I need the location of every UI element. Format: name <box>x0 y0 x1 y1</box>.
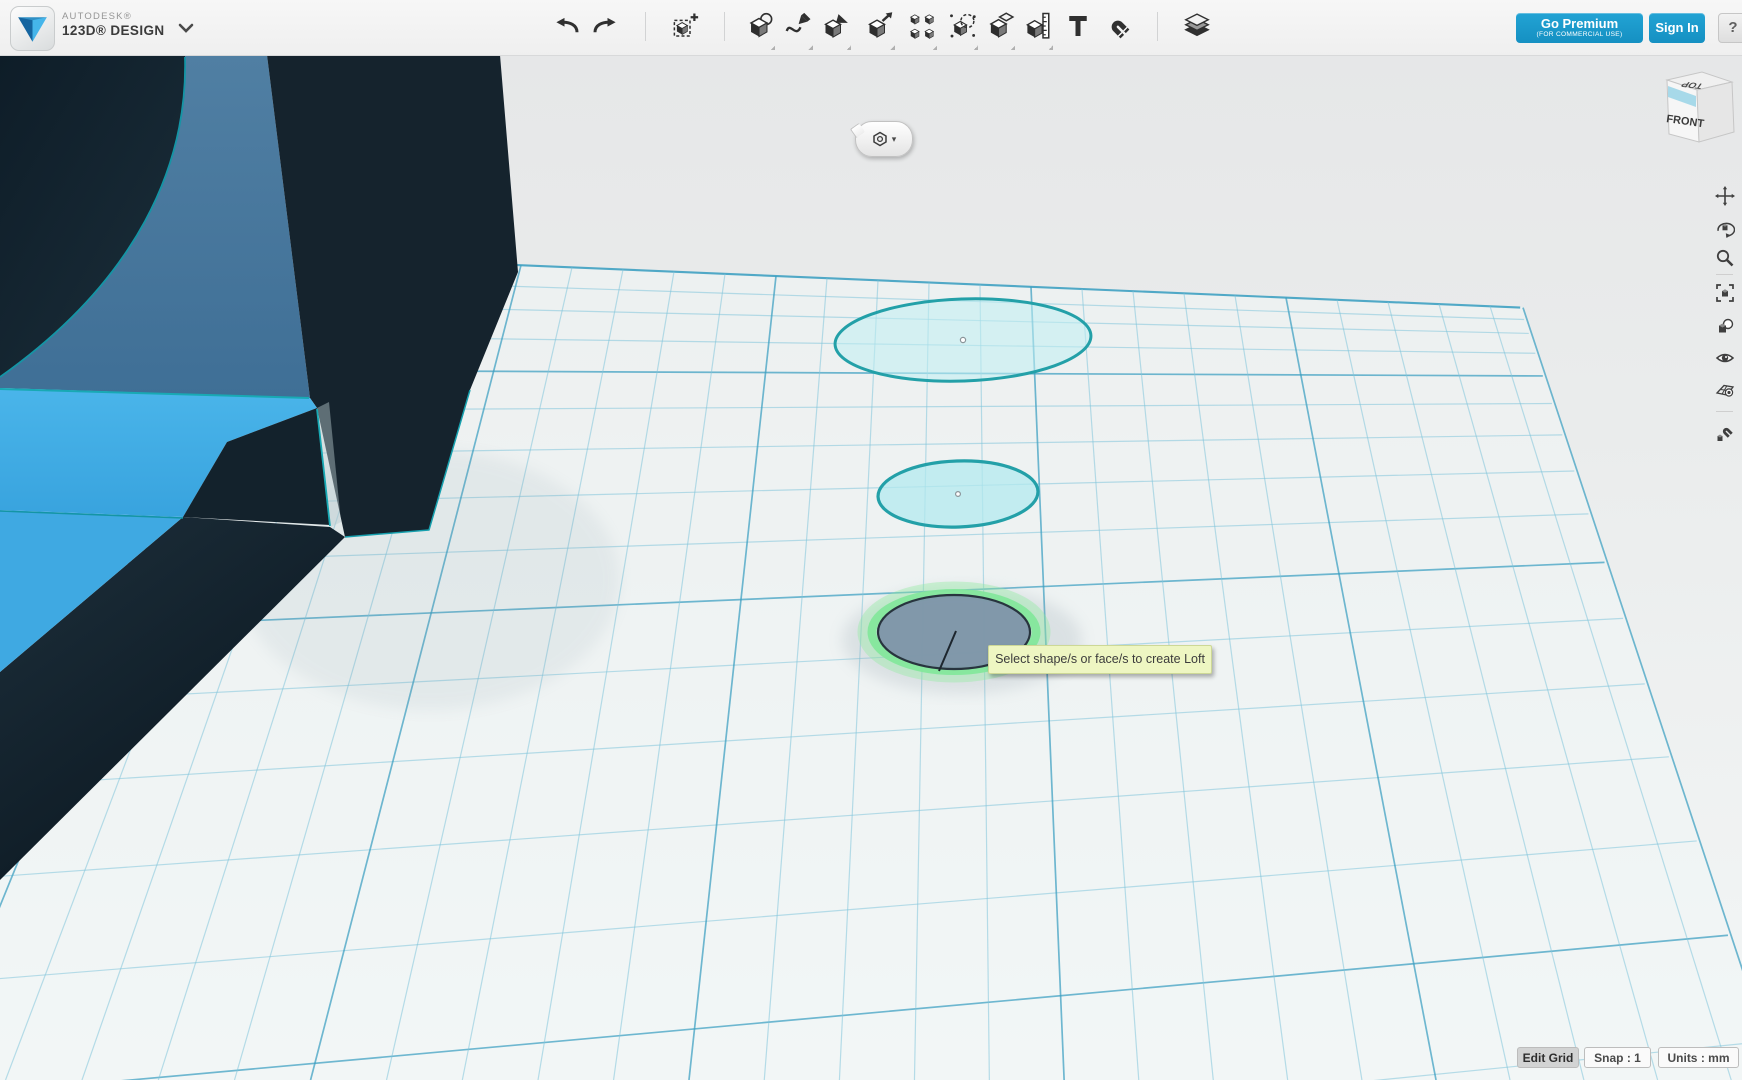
modify-icon[interactable] <box>865 11 895 41</box>
dropdown-mark <box>770 45 775 50</box>
construct-icon[interactable] <box>821 11 851 41</box>
toolbar-divider <box>1716 274 1733 275</box>
text-icon[interactable] <box>1063 11 1093 41</box>
materials-icon[interactable] <box>1182 11 1212 41</box>
sketch-icon[interactable] <box>783 11 813 41</box>
toolbar-divider <box>645 12 646 41</box>
go-premium-label: Go Premium <box>1540 16 1619 31</box>
combine-icon[interactable] <box>985 11 1015 41</box>
orbit-icon[interactable] <box>1715 218 1735 238</box>
toolbar-divider <box>724 12 725 41</box>
material-icon[interactable] <box>1715 317 1735 337</box>
loft-options-bubble[interactable]: ▾ <box>855 121 913 157</box>
app-logo[interactable] <box>10 6 55 51</box>
help-button[interactable]: ? <box>1718 13 1742 43</box>
measure-icon[interactable] <box>1023 11 1053 41</box>
dropdown-mark <box>932 45 937 50</box>
circle-center-point <box>959 336 967 344</box>
snap-setting-button[interactable]: Snap : 1 <box>1584 1047 1651 1068</box>
edit-grid-button[interactable]: Edit Grid <box>1517 1047 1579 1068</box>
view-cube[interactable]: TOP FRONT <box>1640 60 1742 160</box>
app-menu-chevron-icon[interactable] <box>178 22 194 34</box>
dropdown-mark <box>1048 45 1053 50</box>
zoom-icon[interactable] <box>1715 248 1735 268</box>
brand-text: AUTODESK® 123D® DESIGN <box>62 11 165 38</box>
toolbar-divider <box>1157 12 1158 41</box>
loft-options-hexagon-icon <box>872 131 887 147</box>
circle-center-point <box>954 491 961 498</box>
pattern-icon[interactable] <box>907 11 937 41</box>
fit-icon[interactable] <box>1715 283 1735 303</box>
dropdown-mark <box>846 45 851 50</box>
navigation-toolbar <box>1706 175 1742 460</box>
dropdown-mark <box>808 45 813 50</box>
undo-icon[interactable] <box>552 11 582 41</box>
grid-visibility-icon[interactable] <box>1715 380 1735 400</box>
brand-product: 123D® DESIGN <box>62 22 165 38</box>
hide-show-eye-icon[interactable] <box>1715 348 1735 368</box>
dropdown-mark <box>890 45 895 50</box>
pan-icon[interactable] <box>1715 186 1735 206</box>
sign-in-button[interactable]: Sign In <box>1649 13 1705 43</box>
123d-logo-icon <box>18 17 47 42</box>
app-header: AUTODESK® 123D® DESIGN Go Premium (FOR C… <box>0 0 1742 56</box>
go-premium-button[interactable]: Go Premium (FOR COMMERCIAL USE) <box>1516 13 1643 43</box>
grouping-icon[interactable] <box>948 11 978 41</box>
go-premium-sub: (FOR COMMERCIAL USE) <box>1536 31 1623 38</box>
viewport-3d[interactable] <box>0 0 1742 1080</box>
toolbar-divider <box>1716 411 1733 412</box>
view-cube-right-face[interactable] <box>1696 81 1735 143</box>
loft-tooltip: Select shape/s or face/s to create Loft <box>988 645 1212 674</box>
snap-icon[interactable] <box>1102 11 1132 41</box>
snap-toggle-icon[interactable] <box>1715 423 1735 443</box>
dropdown-mark <box>973 45 978 50</box>
redo-icon[interactable] <box>590 11 620 41</box>
primitives-icon[interactable] <box>745 11 775 41</box>
units-setting-button[interactable]: Units : mm <box>1658 1047 1739 1068</box>
brand-autodesk: AUTODESK® <box>62 11 132 22</box>
chevron-down-icon: ▾ <box>891 133 897 144</box>
transform-move-icon[interactable] <box>670 11 700 41</box>
dropdown-mark <box>1010 45 1015 50</box>
